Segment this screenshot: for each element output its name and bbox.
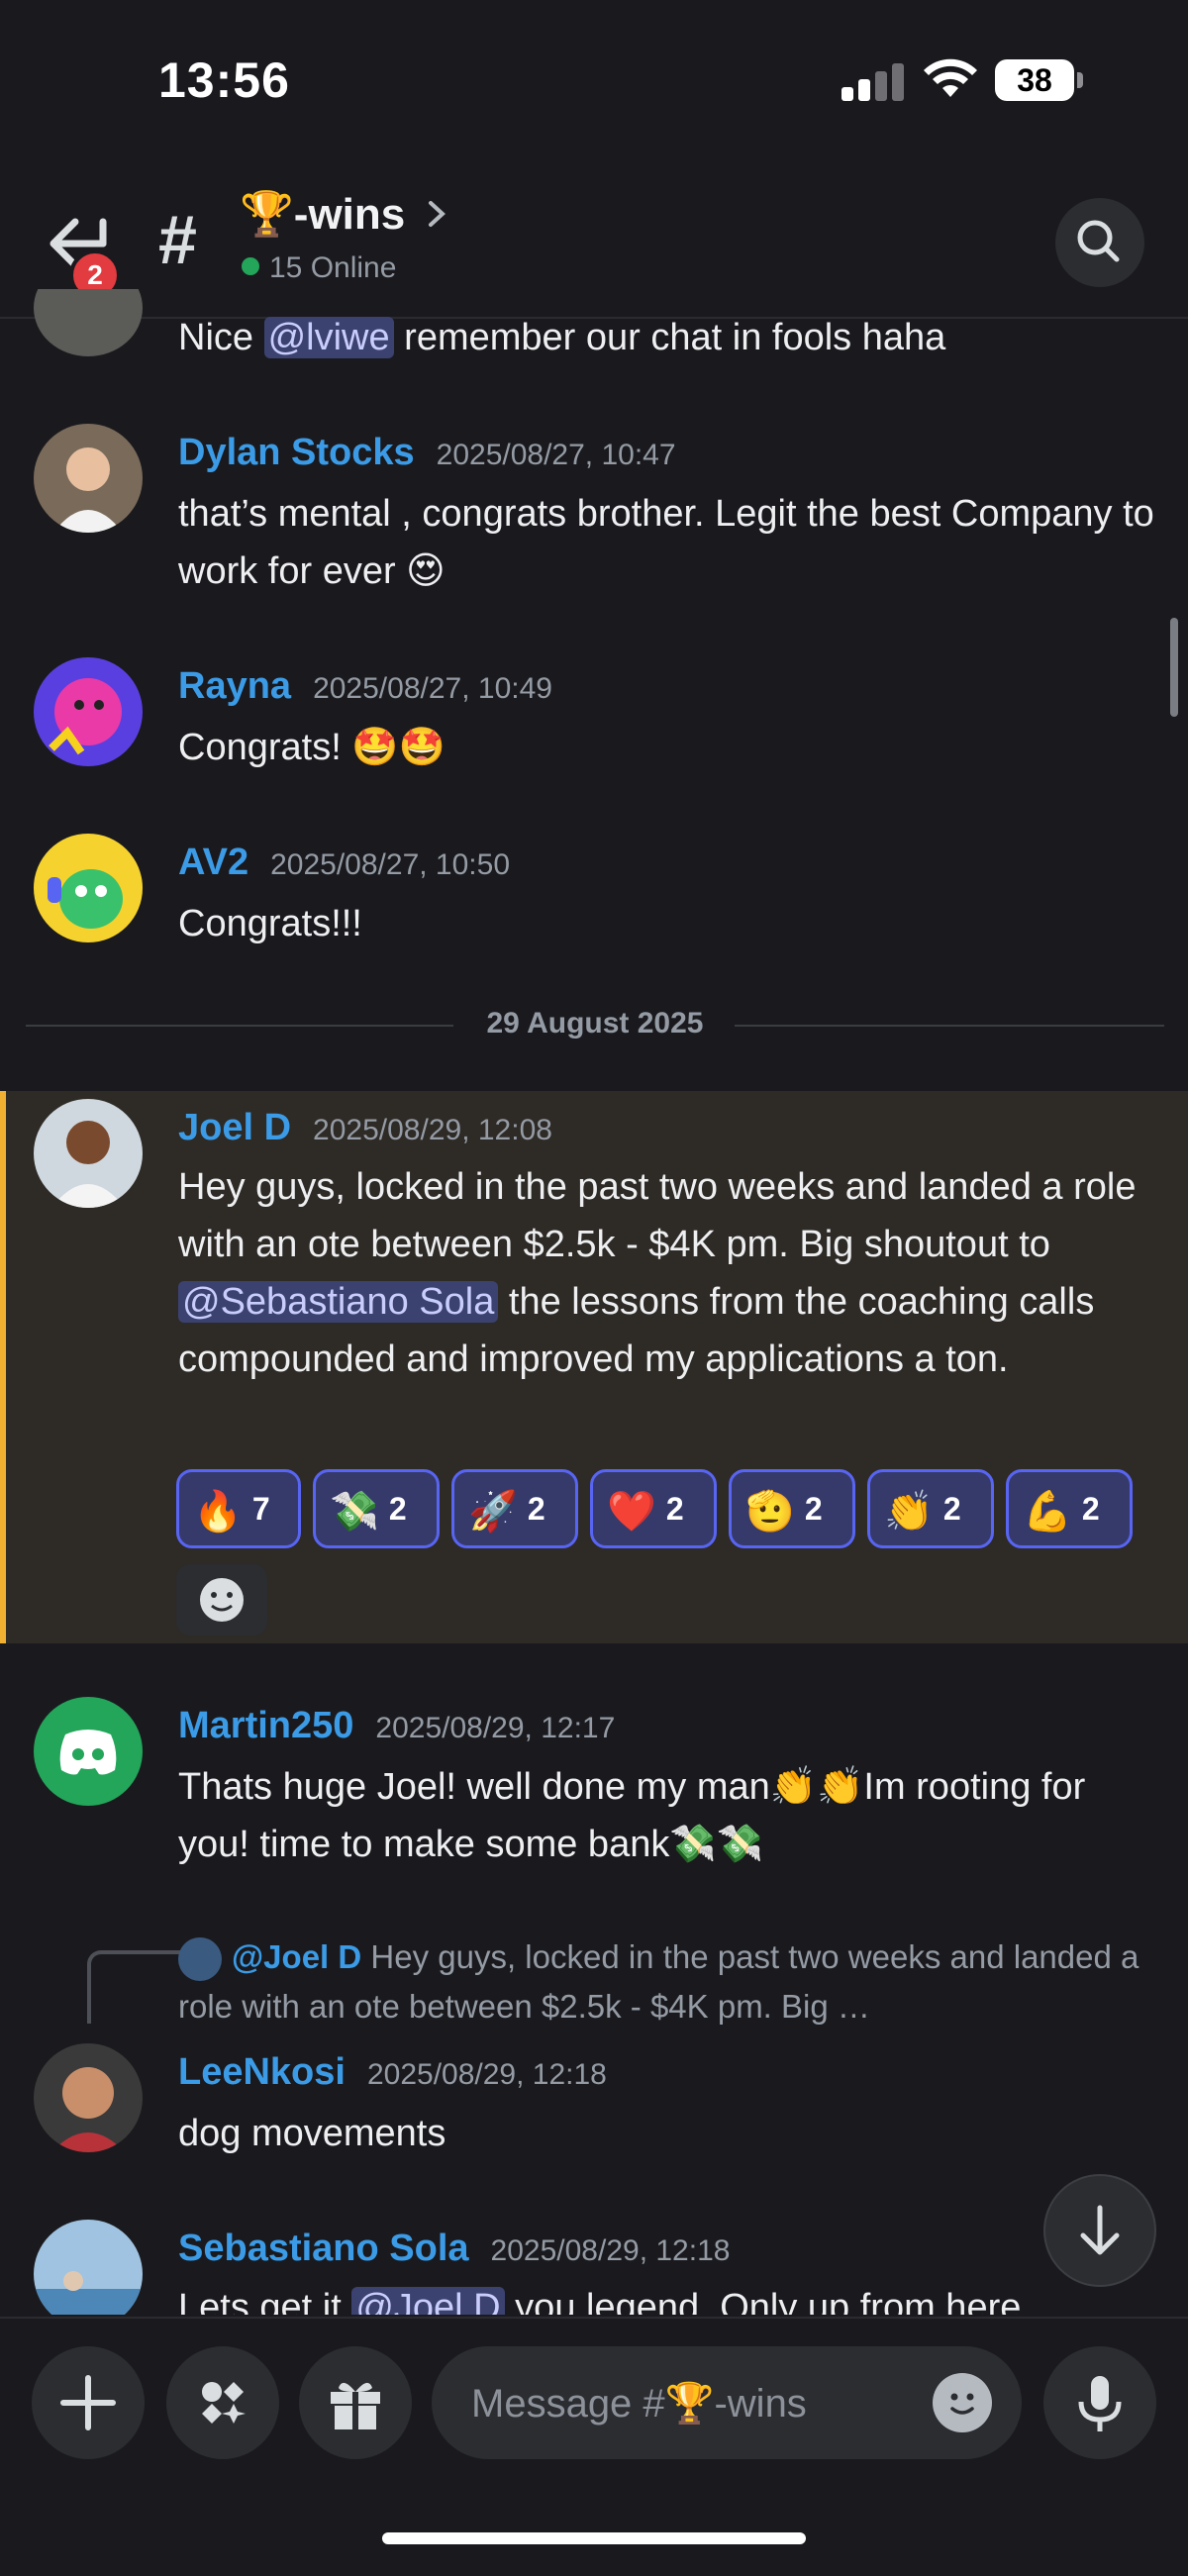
author-name[interactable]: Sebastiano Sola bbox=[178, 2228, 469, 2269]
emoji-picker-button[interactable] bbox=[933, 2373, 992, 2432]
user-mention[interactable]: @Joel D bbox=[351, 2287, 505, 2315]
microphone-icon bbox=[1078, 2376, 1122, 2431]
voice-message-button[interactable] bbox=[1043, 2346, 1156, 2459]
emoji-icon bbox=[950, 2393, 974, 2415]
message-text: Lets get it bbox=[178, 2287, 352, 2315]
message-input[interactable]: Message #🏆-wins bbox=[432, 2346, 1022, 2459]
gift-button[interactable] bbox=[299, 2346, 412, 2459]
message-author[interactable]: Sebastiano Sola 2025/08/29, 12:18 bbox=[178, 2228, 730, 2270]
arrow-down-icon bbox=[1080, 2205, 1120, 2255]
jump-to-present-button[interactable] bbox=[1043, 2174, 1156, 2287]
apps-icon bbox=[202, 2382, 246, 2424]
message-item: Sebastiano Sola 2025/08/29, 12:18 Lets ge… bbox=[0, 0, 1188, 2315]
message-text: you legend. Only up from here bbox=[504, 2287, 1022, 2315]
plus-icon bbox=[60, 2375, 116, 2430]
message-placeholder: Message #🏆-wins bbox=[471, 2382, 807, 2426]
message-timestamp: 2025/08/29, 12:18 bbox=[490, 2234, 731, 2267]
gift-icon bbox=[331, 2382, 380, 2429]
add-attachment-button[interactable] bbox=[32, 2346, 145, 2459]
avatar[interactable] bbox=[34, 2220, 143, 2315]
scrollbar[interactable] bbox=[1170, 618, 1178, 717]
home-indicator[interactable] bbox=[382, 2532, 806, 2544]
apps-button[interactable] bbox=[166, 2346, 279, 2459]
message-content: Lets get it @Joel D you legend. Only up … bbox=[178, 2279, 1158, 2315]
